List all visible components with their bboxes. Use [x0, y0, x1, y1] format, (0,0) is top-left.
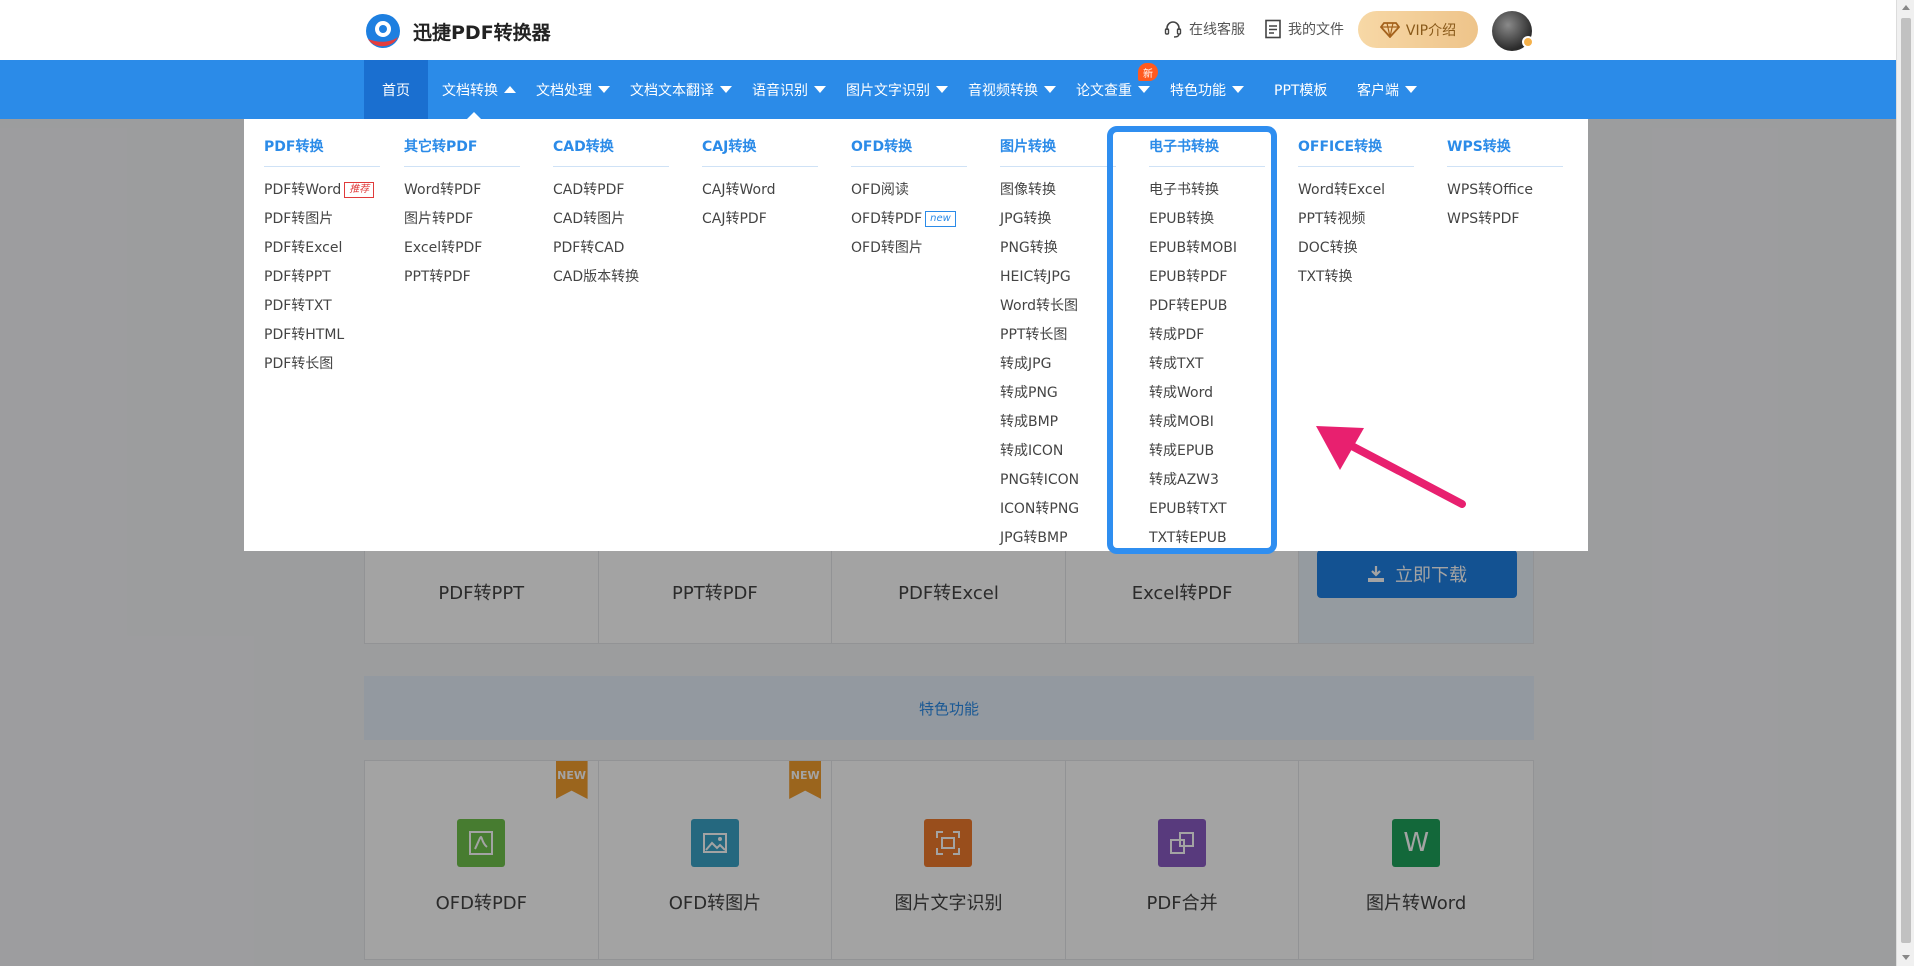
menu-item[interactable]: CAJ转PDF — [702, 204, 818, 233]
top-header: 迅捷PDF转换器 在线客服 我的文件 VIP介绍 — [0, 0, 1896, 60]
brand-name[interactable]: 迅捷PDF转换器 — [413, 18, 551, 45]
menu-item[interactable]: PDF转HTML — [264, 320, 380, 349]
nav-client[interactable]: 客户端 — [1357, 60, 1417, 119]
new-badge: 新 — [1138, 63, 1158, 81]
menu-item[interactable]: PPT转PDF — [404, 262, 520, 291]
column-title: CAD转换 — [553, 135, 669, 167]
menu-item[interactable]: PDF转CAD — [553, 233, 669, 262]
column-image-convert: 图片转换 图像转换 JPG转换 PNG转换 HEIC转JPG Word转长图 P… — [1000, 135, 1116, 552]
menu-item[interactable]: OFD转PDF new — [851, 204, 967, 233]
online-service-link[interactable]: 在线客服 — [1163, 19, 1245, 39]
menu-item[interactable]: CAD版本转换 — [553, 262, 669, 291]
column-office-convert: OFFICE转换 Word转Excel PPT转视频 DOC转换 TXT转换 — [1298, 135, 1414, 291]
scrollbar-thumb[interactable] — [1901, 18, 1911, 943]
column-title: WPS转换 — [1447, 135, 1563, 167]
menu-item[interactable]: 转成ICON — [1000, 436, 1116, 465]
column-ofd-convert: OFD转换 OFD阅读 OFD转PDF new OFD转图片 — [851, 135, 967, 262]
caret-down-icon — [814, 86, 826, 93]
menu-item[interactable]: CAJ转Word — [702, 175, 818, 204]
nav-features[interactable]: 特色功能 — [1170, 60, 1244, 119]
file-icon — [1265, 19, 1281, 39]
menu-item[interactable]: Word转PDF — [404, 175, 520, 204]
headset-icon — [1164, 21, 1182, 38]
column-title: OFFICE转换 — [1298, 135, 1414, 167]
annotation-arrow-icon — [1316, 426, 1466, 508]
nav-document-process[interactable]: 文档处理 — [536, 60, 610, 119]
main-nav: 首页 文档转换 文档处理 文档文本翻译 语音识别 图片文字识别 音视频转换 论文… — [0, 60, 1896, 119]
menu-item[interactable]: ICON转PNG — [1000, 494, 1116, 523]
caret-down-icon — [1138, 86, 1150, 93]
menu-item[interactable]: Word转Excel — [1298, 175, 1414, 204]
menu-item[interactable]: 图像转换 — [1000, 175, 1116, 204]
my-files-link[interactable]: 我的文件 — [1264, 19, 1344, 39]
menu-item[interactable]: PPT转长图 — [1000, 320, 1116, 349]
column-title: CAJ转换 — [702, 135, 818, 167]
menu-item[interactable]: HEIC转JPG — [1000, 262, 1116, 291]
column-title: 其它转PDF — [404, 135, 520, 167]
caret-down-icon — [1044, 86, 1056, 93]
menu-item[interactable]: PDF转TXT — [264, 291, 380, 320]
new-tag: new — [925, 210, 956, 227]
column-wps-convert: WPS转换 WPS转Office WPS转PDF — [1447, 135, 1563, 233]
menu-item[interactable]: OFD转图片 — [851, 233, 967, 262]
menu-item[interactable]: WPS转Office — [1447, 175, 1563, 204]
caret-up-icon — [504, 86, 516, 93]
menu-item[interactable]: PDF转PPT — [264, 262, 380, 291]
scroll-down-icon[interactable] — [1902, 955, 1910, 960]
scroll-up-icon[interactable] — [1902, 5, 1910, 10]
menu-item[interactable]: 转成PNG — [1000, 378, 1116, 407]
nav-image-ocr[interactable]: 图片文字识别 — [846, 60, 948, 119]
menu-item[interactable]: 转成BMP — [1000, 407, 1116, 436]
page: PDF转PPT PPT转PDF PDF转Excel Excel转PDF 立即下载… — [0, 0, 1896, 966]
menu-item[interactable]: PNG转ICON — [1000, 465, 1116, 494]
column-other-to-pdf: 其它转PDF Word转PDF 图片转PDF Excel转PDF PPT转PDF — [404, 135, 520, 291]
highlight-box — [1107, 126, 1277, 554]
caret-down-icon — [936, 86, 948, 93]
menu-item[interactable]: PNG转换 — [1000, 233, 1116, 262]
nav-ppt-template[interactable]: PPT模板 — [1274, 60, 1327, 119]
caret-down-icon — [720, 86, 732, 93]
column-caj-convert: CAJ转换 CAJ转Word CAJ转PDF — [702, 135, 818, 233]
nav-speech-recognition[interactable]: 语音识别 — [752, 60, 826, 119]
menu-item[interactable]: 图片转PDF — [404, 204, 520, 233]
menu-item[interactable]: TXT转换 — [1298, 262, 1414, 291]
column-cad-convert: CAD转换 CAD转PDF CAD转图片 PDF转CAD CAD版本转换 — [553, 135, 669, 291]
nav-document-convert[interactable]: 文档转换 — [442, 60, 516, 119]
column-title: PDF转换 — [264, 135, 380, 167]
menu-item[interactable]: Word转长图 — [1000, 291, 1116, 320]
menu-item[interactable]: PDF转Word 推荐 — [264, 175, 380, 204]
menu-item[interactable]: WPS转PDF — [1447, 204, 1563, 233]
column-title: 图片转换 — [1000, 135, 1116, 167]
menu-item[interactable]: CAD转PDF — [553, 175, 669, 204]
nav-translate[interactable]: 文档文本翻译 — [630, 60, 732, 119]
column-title: OFD转换 — [851, 135, 967, 167]
menu-item[interactable]: PDF转Excel — [264, 233, 380, 262]
caret-down-icon — [1405, 86, 1417, 93]
menu-item[interactable]: Excel转PDF — [404, 233, 520, 262]
menu-item[interactable]: PDF转图片 — [264, 204, 380, 233]
avatar-badge — [1522, 36, 1534, 48]
menu-item[interactable]: 转成JPG — [1000, 349, 1116, 378]
menu-item[interactable]: CAD转图片 — [553, 204, 669, 233]
nav-home[interactable]: 首页 — [364, 60, 428, 119]
menu-item[interactable]: PPT转视频 — [1298, 204, 1414, 233]
menu-item[interactable]: JPG转换 — [1000, 204, 1116, 233]
caret-down-icon — [598, 86, 610, 93]
nav-audio-video[interactable]: 音视频转换 — [968, 60, 1056, 119]
logo-icon[interactable] — [362, 11, 402, 51]
menu-item[interactable]: JPG转BMP — [1000, 523, 1116, 552]
menu-item[interactable]: DOC转换 — [1298, 233, 1414, 262]
page-scrollbar[interactable] — [1896, 0, 1914, 966]
caret-down-icon — [1232, 86, 1244, 93]
menu-item[interactable]: OFD阅读 — [851, 175, 967, 204]
diamond-icon — [1379, 21, 1400, 38]
menu-item[interactable]: PDF转长图 — [264, 349, 380, 378]
recommend-tag: 推荐 — [344, 181, 375, 198]
vip-button[interactable]: VIP介绍 — [1358, 11, 1478, 48]
column-pdf-convert: PDF转换 PDF转Word 推荐 PDF转图片 PDF转Excel PDF转PP… — [264, 135, 380, 378]
